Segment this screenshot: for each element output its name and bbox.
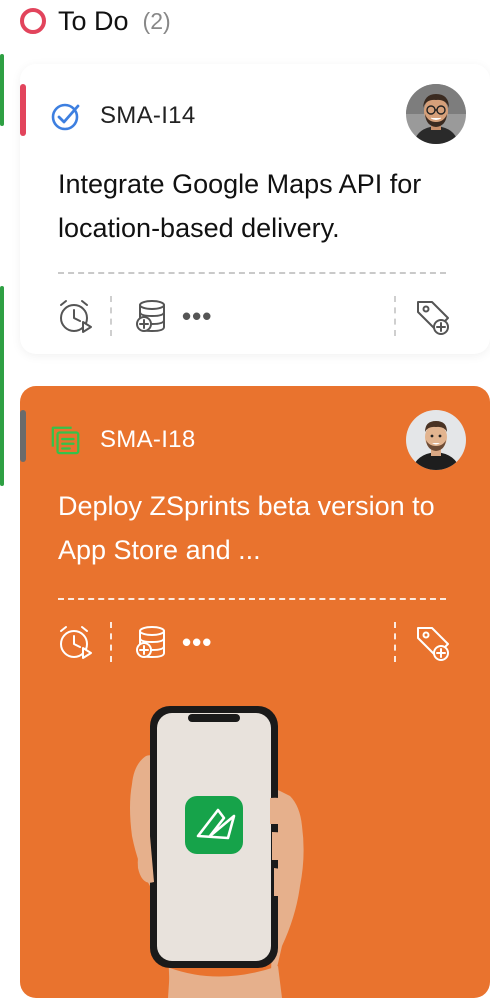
sprint-indicator-line xyxy=(0,54,4,126)
timer-icon[interactable] xyxy=(54,294,98,338)
priority-bar xyxy=(20,84,26,136)
task-title[interactable]: Deploy ZSprints beta version to App Stor… xyxy=(58,484,460,572)
task-id[interactable]: SMA-I18 xyxy=(100,426,195,454)
divider xyxy=(58,272,446,274)
avatar[interactable] xyxy=(406,84,466,144)
toolbar-separator xyxy=(110,622,112,662)
task-id[interactable]: SMA-I14 xyxy=(100,102,195,130)
toolbar-separator xyxy=(394,622,396,662)
toolbar-separator xyxy=(110,296,112,336)
card-toolbar: ••• xyxy=(54,294,456,338)
task-title[interactable]: Integrate Google Maps API for location-b… xyxy=(58,162,460,250)
more-icon[interactable]: ••• xyxy=(182,303,212,329)
more-icon[interactable]: ••• xyxy=(182,629,212,655)
card-header: SMA-I14 xyxy=(50,100,195,132)
divider xyxy=(58,598,446,600)
sprint-indicator-line xyxy=(0,286,4,486)
toolbar-separator xyxy=(394,296,396,336)
task-card[interactable]: SMA-I14 Integrate Google Maps API for lo… xyxy=(20,64,490,354)
status-circle-icon xyxy=(20,8,46,34)
task-card[interactable]: SMA-I18 Deploy ZSprints beta version to … xyxy=(20,386,490,998)
story-icon xyxy=(50,424,82,456)
timer-icon[interactable] xyxy=(54,620,98,664)
column-count: (2) xyxy=(142,7,171,34)
card-toolbar: ••• xyxy=(54,620,456,664)
column-title: To Do xyxy=(58,5,129,36)
tag-add-icon[interactable] xyxy=(412,294,456,338)
priority-bar xyxy=(20,410,26,462)
avatar[interactable] xyxy=(406,410,466,470)
phone-image xyxy=(20,686,490,998)
tag-add-icon[interactable] xyxy=(412,620,456,664)
check-circle-icon xyxy=(50,100,82,132)
column-header: To Do (2) xyxy=(20,4,171,38)
card-header: SMA-I18 xyxy=(50,424,195,456)
database-add-icon[interactable] xyxy=(128,620,172,664)
database-add-icon[interactable] xyxy=(128,294,172,338)
